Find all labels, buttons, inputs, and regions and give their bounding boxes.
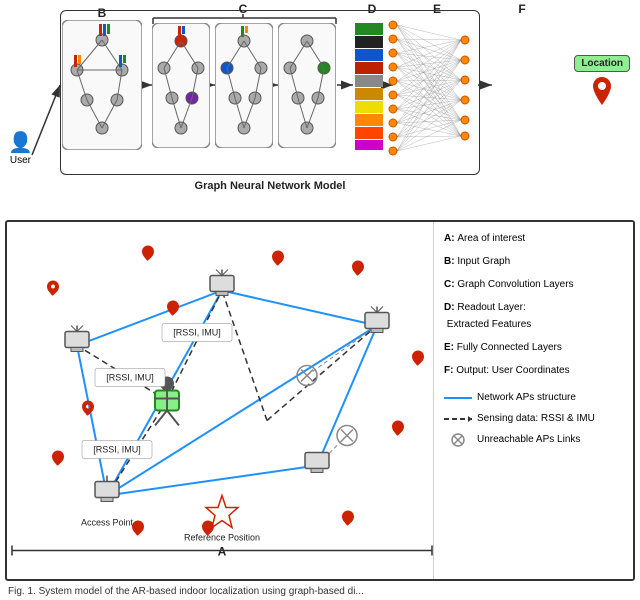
svg-text:[RSSI, IMU]: [RSSI, IMU] [173,328,221,338]
caption-text: Fig. 1. System model of the AR-based ind… [8,586,364,597]
gnn-label: Graph Neural Network Model [195,180,346,192]
svg-text:A: A [218,545,227,559]
graph-c3-svg [278,23,336,148]
location-pin-icon [590,77,614,109]
legend-key-f: F: [444,365,456,376]
legend-text-a: Area of interest [457,233,525,244]
svg-text:Access Point: Access Point [81,518,134,528]
blue-line-icon [444,393,472,403]
main-container: B C D E F Graph Neural Network Model 👤 U… [0,0,640,600]
unreachable-icon [444,432,472,448]
svg-text:Reference Position: Reference Position [184,533,260,543]
legend-text-b: Input Graph [457,256,510,267]
legend-key-a: A: [444,233,457,244]
user-area: 👤 User [8,130,33,166]
f-output-block: Location [574,55,630,109]
legend-key-d: D: [444,302,457,313]
graph-c2-svg [215,23,273,148]
figure-caption: Fig. 1. System model of the AR-based ind… [0,583,640,600]
legend-text-d: Readout Layer: Extracted Features [444,302,531,330]
svg-text:[RSSI, IMU]: [RSSI, IMU] [93,445,141,455]
user-label: User [10,155,31,166]
graph-c1-svg [152,23,210,148]
legend-item-b: B: Input Graph [444,253,623,270]
d-color-strips [355,23,383,151]
legend-item-f: F: Output: User Coordinates [444,362,623,379]
graph-b-svg [62,20,142,150]
legend-key-b: B: [444,256,457,267]
legend-line-dashed: Sensing data: RSSI & IMU [444,410,623,427]
legend-panel: A: Area of interest B: Input Graph C: Gr… [433,222,633,579]
user-icon: 👤 [8,130,33,155]
legend-text-c: Graph Convolution Layers [457,279,573,290]
legend-text-f: Output: User Coordinates [456,365,569,376]
legend-item-d: D: Readout Layer: Extracted Features [444,299,623,333]
legend-key-e: E: [444,342,457,353]
legend-line-dashed-text: Sensing data: RSSI & IMU [477,410,595,427]
legend-key-c: C: [444,279,457,290]
neural-network-svg [385,15,473,157]
legend-line-unreachable: Unreachable APs Links [444,431,623,448]
top-diagram: B C D E F Graph Neural Network Model 👤 U… [0,0,640,220]
legend-item-e: E: Fully Connected Layers [444,339,623,356]
svg-text:F: F [518,2,525,16]
location-badge: Location [574,55,630,72]
legend-line-blue-text: Network APs structure [477,389,576,406]
legend-line-unreachable-text: Unreachable APs Links [477,431,580,448]
legend-item-c: C: Graph Convolution Layers [444,276,623,293]
svg-text:[RSSI, IMU]: [RSSI, IMU] [106,373,154,383]
legend-item-a: A: Area of interest [444,230,623,247]
network-diagram-svg: A [7,222,442,579]
legend-text-e: Fully Connected Layers [457,342,562,353]
legend-line-blue: Network APs structure [444,389,623,406]
bottom-area: A [5,220,635,581]
dashed-line-icon [444,414,472,424]
